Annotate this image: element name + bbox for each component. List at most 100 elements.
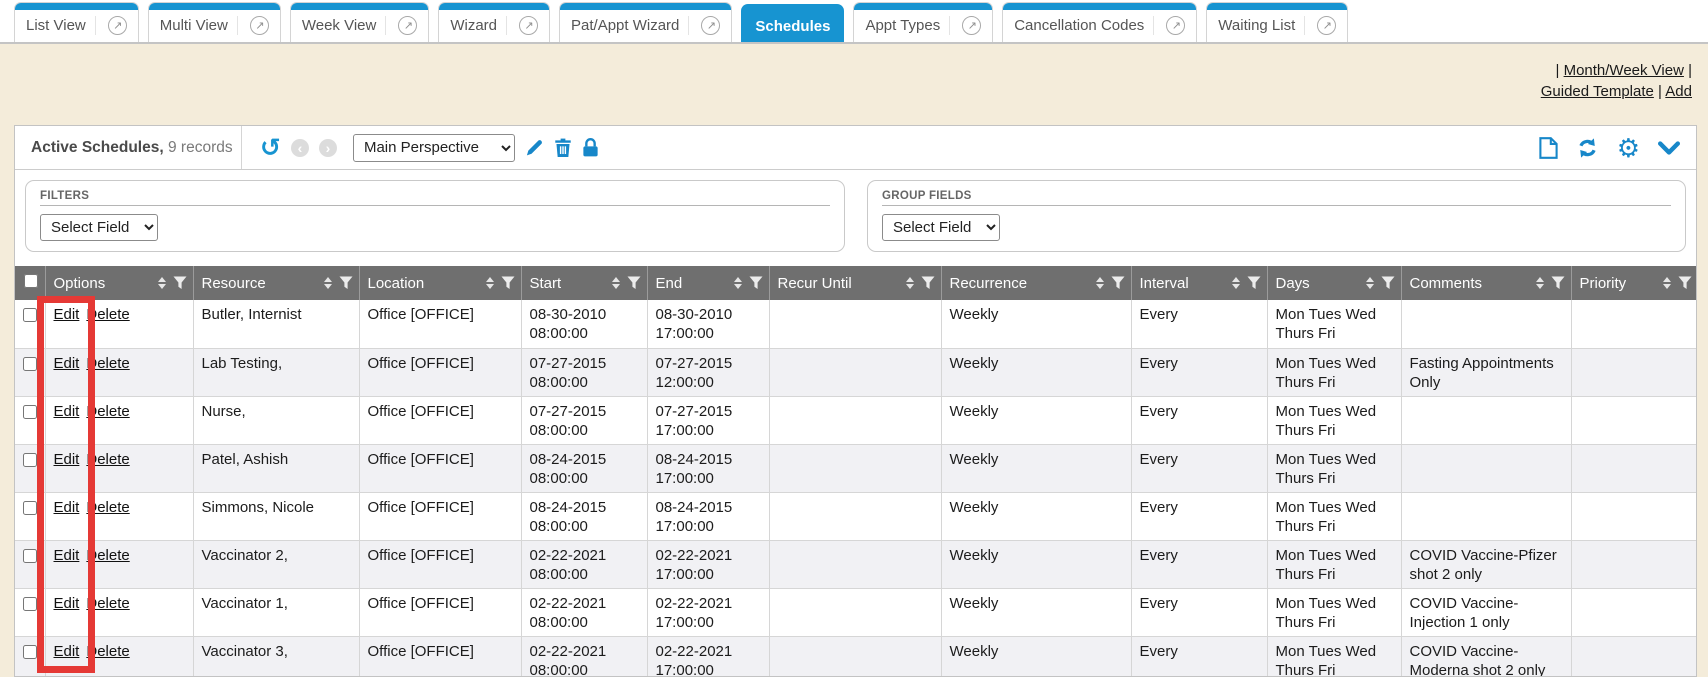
collapse-chevron-icon[interactable]: [1658, 140, 1680, 156]
tab-divider: [949, 16, 950, 35]
sort-icon[interactable]: [734, 277, 742, 289]
popout-arrow-icon[interactable]: ↗: [1166, 16, 1185, 35]
cell-comments: [1401, 396, 1571, 444]
filter-funnel-icon[interactable]: [1678, 276, 1692, 290]
edit-link[interactable]: Edit: [54, 595, 80, 612]
delete-link[interactable]: Delete: [86, 547, 129, 564]
group-fields-field-select[interactable]: Select Field: [882, 214, 1000, 241]
edit-link[interactable]: Edit: [54, 306, 80, 323]
column-label: Location: [368, 275, 425, 292]
delete-link[interactable]: Delete: [86, 403, 129, 420]
tab-schedules[interactable]: Schedules: [741, 4, 844, 42]
sort-icon[interactable]: [1663, 277, 1671, 289]
edit-link[interactable]: Edit: [54, 355, 80, 372]
tab-week-view[interactable]: Week View↗: [290, 2, 429, 42]
cell-resource: Patel, Ashish: [193, 444, 359, 492]
column-label: Interval: [1140, 275, 1189, 292]
delete-link[interactable]: Delete: [86, 451, 129, 468]
filter-funnel-icon[interactable]: [501, 276, 515, 290]
popout-arrow-icon[interactable]: ↗: [701, 16, 720, 35]
sort-icon[interactable]: [612, 277, 620, 289]
add-link[interactable]: Add: [1665, 83, 1692, 100]
delete-link[interactable]: Delete: [86, 643, 129, 660]
tab-pat-appt-wizard[interactable]: Pat/Appt Wizard ↗: [559, 2, 732, 42]
edit-link[interactable]: Edit: [54, 547, 80, 564]
delete-link[interactable]: Delete: [86, 595, 129, 612]
previous-perspective-icon[interactable]: ‹: [291, 139, 309, 157]
cell-interval: Every: [1131, 348, 1267, 396]
tab-multi-view[interactable]: Multi View↗: [148, 2, 281, 42]
tab-waiting-list[interactable]: Waiting List↗: [1206, 2, 1348, 42]
row-checkbox[interactable]: [23, 405, 37, 419]
cell-start: 08-30-201008:00:00: [521, 300, 647, 348]
popout-arrow-icon[interactable]: ↗: [962, 16, 981, 35]
filter-funnel-icon[interactable]: [339, 276, 353, 290]
sort-icon[interactable]: [158, 277, 166, 289]
popout-arrow-icon[interactable]: ↗: [519, 16, 538, 35]
filter-funnel-icon[interactable]: [627, 276, 641, 290]
tab-divider: [385, 16, 386, 35]
cell-options: Edit Delete: [45, 588, 193, 636]
guided-template-link[interactable]: Guided Template: [1541, 83, 1654, 100]
delete-link[interactable]: Delete: [86, 499, 129, 516]
sort-icon[interactable]: [1232, 277, 1240, 289]
row-checkbox[interactable]: [23, 308, 37, 322]
tab-list-view[interactable]: List View↗: [14, 2, 139, 42]
settings-gear-icon[interactable]: ⚙: [1617, 138, 1640, 158]
cell-recur-until: [769, 492, 941, 540]
month-week-view-link[interactable]: Month/Week View: [1564, 62, 1684, 79]
filters-field-select[interactable]: Select Field: [40, 214, 158, 241]
row-checkbox[interactable]: [23, 501, 37, 515]
filter-funnel-icon[interactable]: [1111, 276, 1125, 290]
filter-funnel-icon[interactable]: [921, 276, 935, 290]
edit-pencil-icon[interactable]: [525, 138, 544, 157]
popout-arrow-icon[interactable]: ↗: [1317, 16, 1336, 35]
new-document-icon[interactable]: [1539, 137, 1558, 159]
perspective-select[interactable]: Main Perspective: [353, 134, 515, 162]
tab-wizard[interactable]: Wizard↗: [438, 2, 550, 42]
edit-link[interactable]: Edit: [54, 643, 80, 660]
next-perspective-icon[interactable]: ›: [319, 139, 337, 157]
filter-funnel-icon[interactable]: [173, 276, 187, 290]
tab-label: Appt Types: [865, 17, 940, 34]
row-checkbox[interactable]: [23, 453, 37, 467]
filter-funnel-icon[interactable]: [1551, 276, 1565, 290]
cell-recurrence: Weekly: [941, 540, 1131, 588]
popout-arrow-icon[interactable]: ↗: [250, 16, 269, 35]
tab-appt-types[interactable]: Appt Types ↗: [853, 2, 993, 42]
row-checkbox[interactable]: [23, 597, 37, 611]
filter-funnel-icon[interactable]: [1247, 276, 1261, 290]
filter-funnel-icon[interactable]: [1381, 276, 1395, 290]
sort-icon[interactable]: [1366, 277, 1374, 289]
filter-funnel-icon[interactable]: [749, 276, 763, 290]
delete-link[interactable]: Delete: [86, 306, 129, 323]
row-checkbox[interactable]: [23, 645, 37, 659]
tab-divider: [506, 16, 507, 35]
edit-link[interactable]: Edit: [54, 403, 80, 420]
cell-days: Mon Tues Wed Thurs Fri: [1267, 396, 1401, 444]
edit-link[interactable]: Edit: [54, 499, 80, 516]
sort-icon[interactable]: [1096, 277, 1104, 289]
row-checkbox[interactable]: [23, 357, 37, 371]
popout-arrow-icon[interactable]: ↗: [108, 16, 127, 35]
cell-start: 02-22-202108:00:00: [521, 636, 647, 677]
sort-icon[interactable]: [906, 277, 914, 289]
tab-accent-bar: [560, 3, 731, 10]
delete-trash-icon[interactable]: [554, 138, 572, 157]
delete-link[interactable]: Delete: [86, 355, 129, 372]
lock-icon[interactable]: [582, 138, 599, 157]
edit-link[interactable]: Edit: [54, 451, 80, 468]
undo-icon[interactable]: ↺: [260, 138, 281, 158]
row-checkbox[interactable]: [23, 549, 37, 563]
column-header-resource: Resource: [193, 266, 359, 300]
sort-icon[interactable]: [486, 277, 494, 289]
select-all-checkbox[interactable]: [24, 274, 38, 288]
sort-icon[interactable]: [324, 277, 332, 289]
sort-icon[interactable]: [1536, 277, 1544, 289]
cell-days: Mon Tues Wed Thurs Fri: [1267, 300, 1401, 348]
tab-label: Pat/Appt Wizard: [571, 17, 679, 34]
cell-priority: [1571, 300, 1697, 348]
popout-arrow-icon[interactable]: ↗: [398, 16, 417, 35]
refresh-icon[interactable]: [1576, 137, 1599, 159]
tab-cancellation-codes[interactable]: Cancellation Codes↗: [1002, 2, 1197, 42]
